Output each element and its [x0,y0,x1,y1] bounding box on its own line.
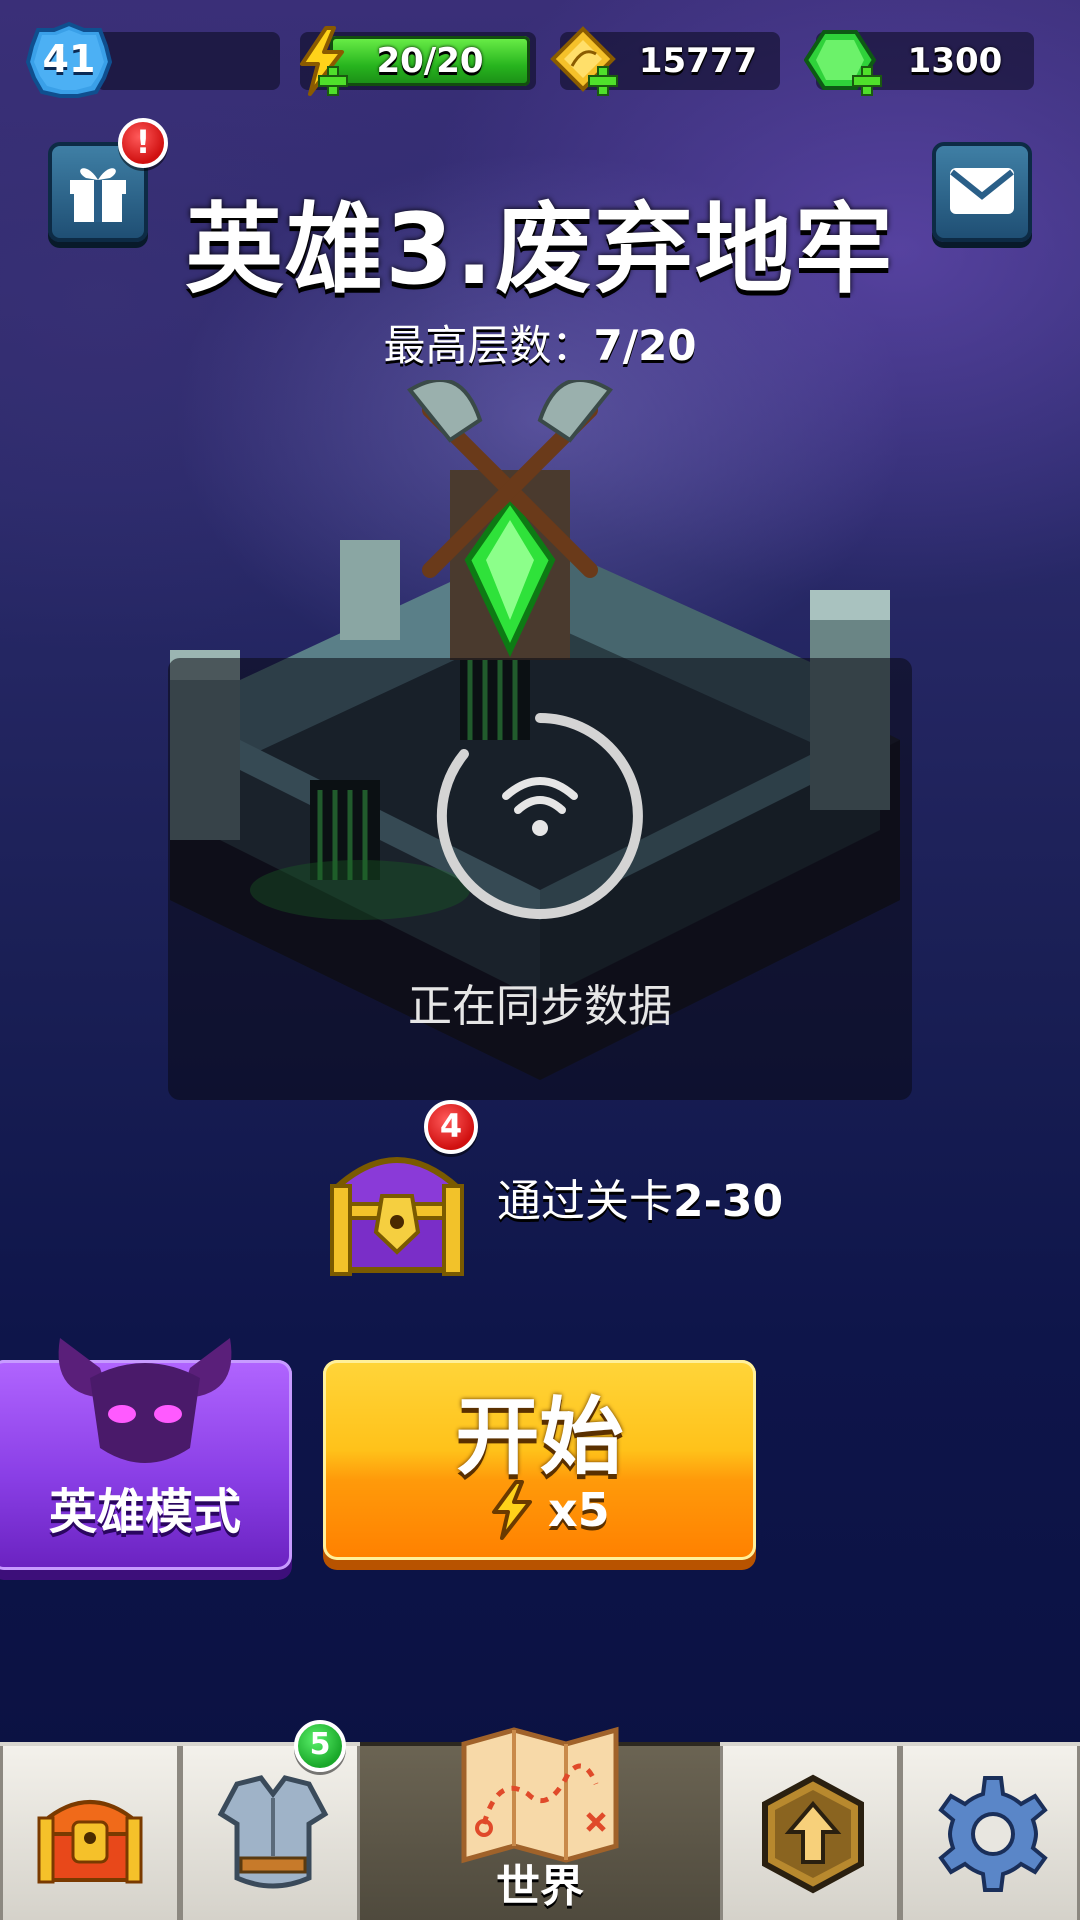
best-floor-label: 最高层数： [383,321,594,370]
add-coins-button[interactable] [588,66,618,96]
upgrade-arrow-icon [762,1774,864,1894]
reward-requirement: 通过关卡2-30 [497,1172,783,1232]
nav-tab-settings[interactable] [900,1746,1080,1920]
reward-stage: 2-30 [673,1176,784,1227]
armor-icon [217,1775,329,1889]
reward-prefix: 通过关卡 [497,1176,673,1227]
player-level: 41 [42,37,96,81]
xp-bar [96,32,280,90]
treasure-chest-icon[interactable] [322,1132,472,1280]
gear-icon [938,1776,1048,1892]
gift-alert-badge: ! [118,118,168,168]
chest-count-badge: 4 [424,1100,478,1154]
sync-status-text: 正在同步数据 [408,981,672,1032]
equipment-count-badge: 5 [294,1720,346,1772]
energy-cost: x5 [548,1483,610,1537]
demon-head-icon [58,1338,232,1463]
dungeon-title: 英雄3.废弃地牢 [185,193,895,307]
best-floor-value: 7/20 [593,321,697,370]
nav-tab-upgrade[interactable] [720,1746,900,1920]
world-map-icon [461,1726,619,1864]
coins-value: 15777 [638,41,758,81]
nav-tab-chests[interactable] [0,1746,180,1920]
energy-value: 20/20 [376,41,484,81]
wifi-icon [502,777,578,836]
gems-value: 1300 [907,41,1003,81]
locked-chest-icon [37,1800,143,1884]
best-floor: 最高层数：7/20 [0,312,1080,373]
hero-mode-label: 英雄模式 [48,1484,241,1540]
energy-cost-lightning-icon [492,1480,532,1540]
nav-tab-world-label: 世界 [496,1861,584,1912]
start-label: 开始 [455,1388,624,1486]
nav-tab-equipment[interactable] [180,1746,360,1920]
add-gems-button[interactable] [852,66,882,96]
